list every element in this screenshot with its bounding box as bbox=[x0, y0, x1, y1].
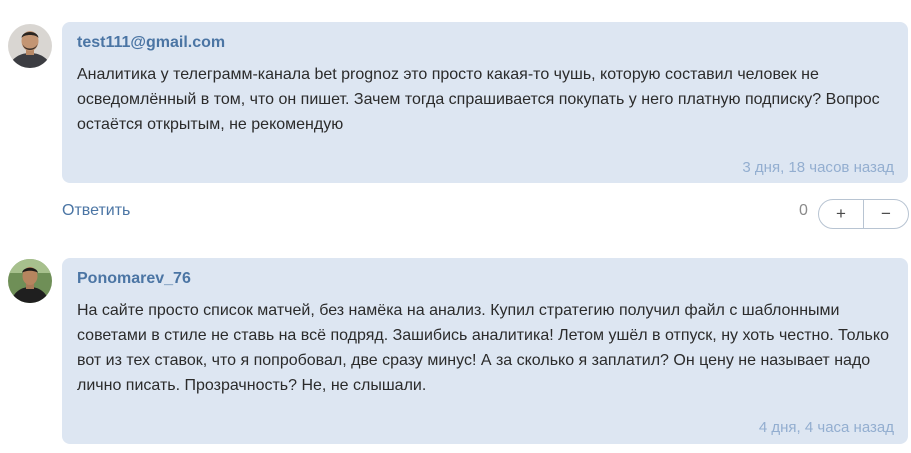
comment-timestamp: 3 дня, 18 часов назад bbox=[742, 159, 894, 176]
comment-author[interactable]: Ponomarev_76 bbox=[77, 270, 191, 288]
vote-score: 0 bbox=[799, 202, 808, 219]
vote-control: + − bbox=[818, 199, 909, 229]
comment-text: Аналитика у телеграмм-канала bet prognoz… bbox=[77, 66, 880, 133]
avatar[interactable] bbox=[8, 24, 52, 68]
upvote-button[interactable]: + bbox=[819, 200, 863, 228]
downvote-button[interactable]: − bbox=[864, 200, 908, 228]
comment-actions: Ответить 0 + − bbox=[0, 198, 911, 230]
comment-bubble: Ponomarev_76 На сайте просто список матч… bbox=[62, 258, 908, 444]
comment-timestamp: 4 дня, 4 часа назад bbox=[758, 419, 894, 436]
comment-author[interactable]: test111@gmail.com bbox=[77, 34, 225, 52]
comment-text: На сайте просто список матчей, без намёк… bbox=[77, 302, 889, 394]
comment-bubble: test111@gmail.com Аналитика у телеграмм-… bbox=[62, 22, 908, 183]
avatar[interactable] bbox=[8, 259, 52, 303]
reply-button[interactable]: Ответить bbox=[62, 202, 130, 220]
